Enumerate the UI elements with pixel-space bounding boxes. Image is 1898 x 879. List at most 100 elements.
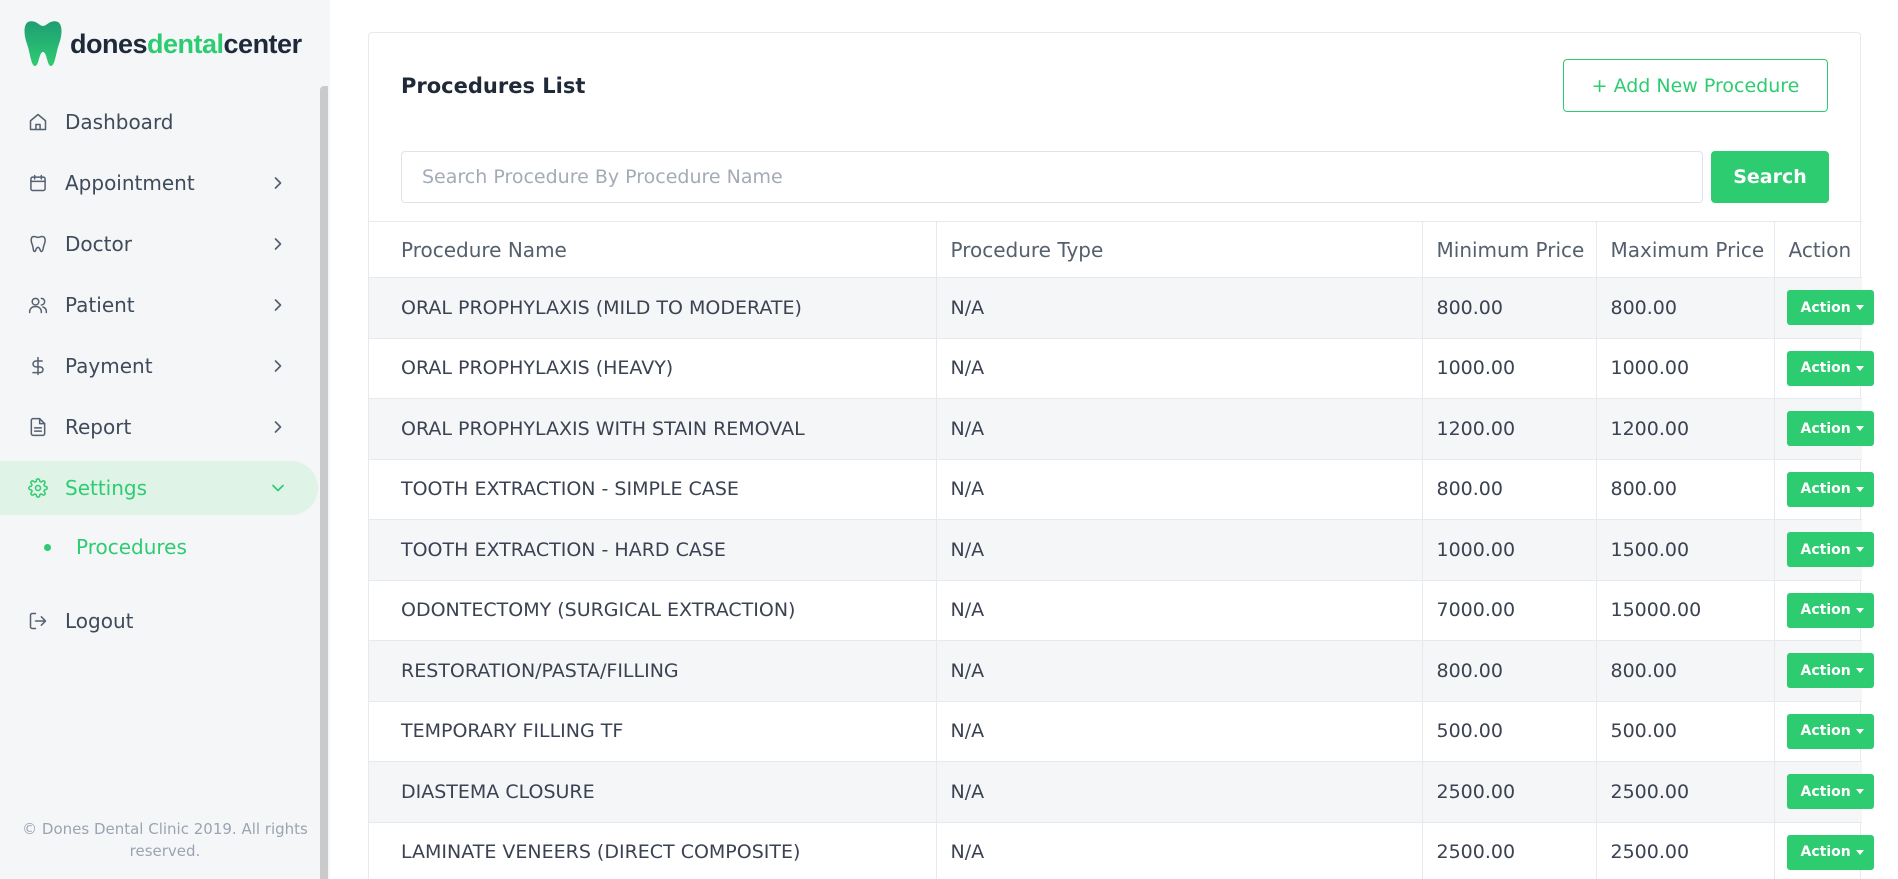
action-dropdown-button[interactable]: Action (1786, 713, 1874, 749)
cell-procedure-name: ORAL PROPHYLAXIS (MILD TO MODERATE) (369, 277, 936, 339)
cell-minimum-price: 2500.00 (1421, 822, 1596, 879)
action-label: Action (1800, 723, 1851, 740)
action-dropdown-button[interactable]: Action (1786, 532, 1874, 568)
sidebar-item-settings[interactable]: Settings (0, 461, 318, 515)
column-header-procedure-name[interactable]: Procedure Name (369, 221, 936, 278)
table-row: RESTORATION/PASTA/FILLING N/A 800.00 800… (369, 640, 1874, 702)
cell-procedure-type: N/A (935, 640, 1422, 702)
caret-down-icon (1855, 305, 1864, 311)
chevron-down-icon (272, 484, 284, 492)
action-dropdown-button[interactable]: Action (1786, 290, 1874, 326)
cell-minimum-price: 1000.00 (1421, 338, 1596, 399)
cell-minimum-price: 800.00 (1421, 277, 1596, 339)
sidebar-item-label: Appointment (65, 171, 195, 195)
sidebar-footer: © Dones Dental Clinic 2019. All rights r… (22, 820, 308, 860)
sidebar-item-label: Payment (65, 354, 153, 378)
cell-maximum-price: 1500.00 (1595, 519, 1774, 581)
cell-minimum-price: 500.00 (1421, 701, 1596, 762)
sidebar-item-appointment[interactable]: Appointment (0, 156, 318, 210)
cell-maximum-price: 500.00 (1595, 701, 1774, 762)
sidebar-subitem-procedures[interactable]: Procedures (0, 522, 318, 572)
logout-icon (28, 611, 48, 631)
action-label: Action (1800, 602, 1851, 619)
table-header-row: Procedure Name Procedure Type Minimum Pr… (369, 221, 1862, 278)
calendar-icon (28, 173, 48, 193)
cell-procedure-name: RESTORATION/PASTA/FILLING (369, 640, 936, 702)
cell-procedure-name: ODONTECTOMY (SURGICAL EXTRACTION) (369, 580, 936, 641)
column-header-action: Action (1773, 221, 1862, 278)
procedures-table: Procedure Name Procedure Type Minimum Pr… (369, 221, 1874, 879)
gear-icon (28, 478, 48, 498)
action-dropdown-button[interactable]: Action (1786, 471, 1874, 507)
action-dropdown-button[interactable]: Action (1786, 350, 1874, 386)
action-dropdown-button[interactable]: Action (1786, 774, 1874, 810)
search-button[interactable]: Search (1711, 151, 1829, 203)
caret-down-icon (1855, 789, 1864, 795)
column-header-minimum-price[interactable]: Minimum Price (1421, 221, 1596, 278)
action-dropdown-button[interactable]: Action (1786, 834, 1874, 870)
cell-action: Action (1773, 580, 1874, 641)
sidebar-item-label: Dashboard (65, 110, 174, 134)
cell-procedure-name: ORAL PROPHYLAXIS WITH STAIN REMOVAL (369, 398, 936, 460)
caret-down-icon (1855, 547, 1864, 553)
action-dropdown-button[interactable]: Action (1786, 411, 1874, 447)
cell-procedure-name: TOOTH EXTRACTION - SIMPLE CASE (369, 459, 936, 520)
chevron-right-icon (274, 421, 282, 433)
sidebar-scrollbar[interactable] (320, 86, 328, 879)
tooth-logo-icon (24, 21, 62, 66)
cell-action: Action (1773, 398, 1874, 460)
users-icon (28, 295, 48, 315)
page-title: Procedures List (401, 74, 586, 98)
cell-procedure-type: N/A (935, 761, 1422, 823)
action-label: Action (1800, 662, 1851, 679)
cell-procedure-name: ORAL PROPHYLAXIS (HEAVY) (369, 338, 936, 399)
action-dropdown-button[interactable]: Action (1786, 653, 1874, 689)
cell-action: Action (1773, 277, 1874, 339)
sidebar-item-label: Settings (65, 476, 148, 500)
sidebar-item-label: Doctor (65, 232, 132, 256)
caret-down-icon (1855, 849, 1864, 855)
caret-down-icon (1855, 607, 1864, 613)
action-label: Action (1800, 299, 1851, 316)
cell-maximum-price: 15000.00 (1595, 580, 1774, 641)
sidebar-item-logout[interactable]: Logout (0, 594, 318, 648)
table-row: TOOTH EXTRACTION - HARD CASE N/A 1000.00… (369, 519, 1874, 581)
sidebar-subitem-label: Procedures (76, 535, 187, 559)
table-row: LAMINATE VENEERS (DIRECT COMPOSITE) N/A … (369, 822, 1874, 879)
cell-procedure-type: N/A (935, 519, 1422, 581)
table-row: ORAL PROPHYLAXIS (MILD TO MODERATE) N/A … (369, 277, 1874, 339)
cell-maximum-price: 800.00 (1595, 640, 1774, 702)
column-header-procedure-type[interactable]: Procedure Type (935, 221, 1422, 278)
cell-maximum-price: 800.00 (1595, 459, 1774, 520)
add-procedure-button[interactable]: + Add New Procedure (1563, 59, 1828, 112)
cell-minimum-price: 2500.00 (1421, 761, 1596, 823)
cell-procedure-type: N/A (935, 398, 1422, 460)
sidebar-item-dashboard[interactable]: Dashboard (0, 95, 318, 149)
bullet-dot (44, 543, 51, 551)
caret-down-icon (1855, 486, 1864, 492)
cell-procedure-type: N/A (935, 277, 1422, 339)
sidebar: donesdentalcenter Dashboard Appointment … (0, 0, 330, 879)
table-row: DIASTEMA CLOSURE N/A 2500.00 2500.00 Act… (369, 761, 1874, 823)
brand-logo[interactable]: donesdentalcenter (24, 20, 302, 68)
action-dropdown-button[interactable]: Action (1786, 592, 1874, 628)
cell-procedure-type: N/A (935, 701, 1422, 762)
table-row: ODONTECTOMY (SURGICAL EXTRACTION) N/A 70… (369, 580, 1874, 641)
sidebar-item-payment[interactable]: Payment (0, 339, 318, 393)
column-header-maximum-price[interactable]: Maximum Price (1595, 221, 1774, 278)
table-row: ORAL PROPHYLAXIS WITH STAIN REMOVAL N/A … (369, 398, 1874, 460)
cell-procedure-type: N/A (935, 459, 1422, 520)
sidebar-item-patient[interactable]: Patient (0, 278, 318, 332)
cell-action: Action (1773, 761, 1874, 823)
action-label: Action (1800, 541, 1851, 558)
sidebar-item-doctor[interactable]: Doctor (0, 217, 318, 271)
caret-down-icon (1855, 365, 1864, 371)
chevron-right-icon (274, 238, 282, 250)
search-input[interactable] (401, 151, 1703, 203)
cell-maximum-price: 1000.00 (1595, 338, 1774, 399)
cell-minimum-price: 1000.00 (1421, 519, 1596, 581)
sidebar-nav: Dashboard Appointment Doctor Patient Pay… (0, 95, 318, 655)
action-label: Action (1800, 783, 1851, 800)
cell-procedure-name: TEMPORARY FILLING TF (369, 701, 936, 762)
sidebar-item-report[interactable]: Report (0, 400, 318, 454)
